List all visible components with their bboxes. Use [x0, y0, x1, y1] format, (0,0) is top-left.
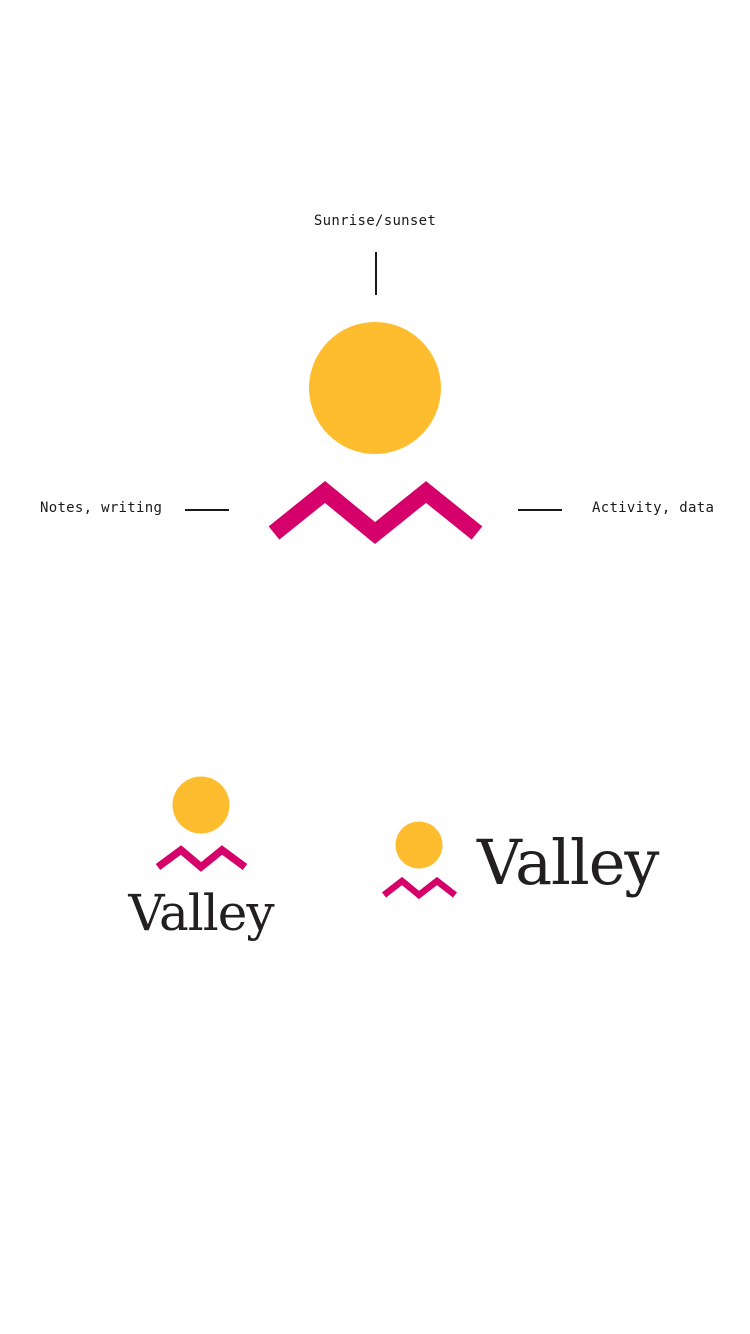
sun-circle-icon: [395, 821, 443, 869]
brand-sheet: Sunrise/sunset Notes, writing Activity, …: [0, 0, 750, 1334]
valley-zigzag-icon: [382, 876, 457, 900]
horizontal-logo-wordmark: Valley: [477, 826, 659, 899]
